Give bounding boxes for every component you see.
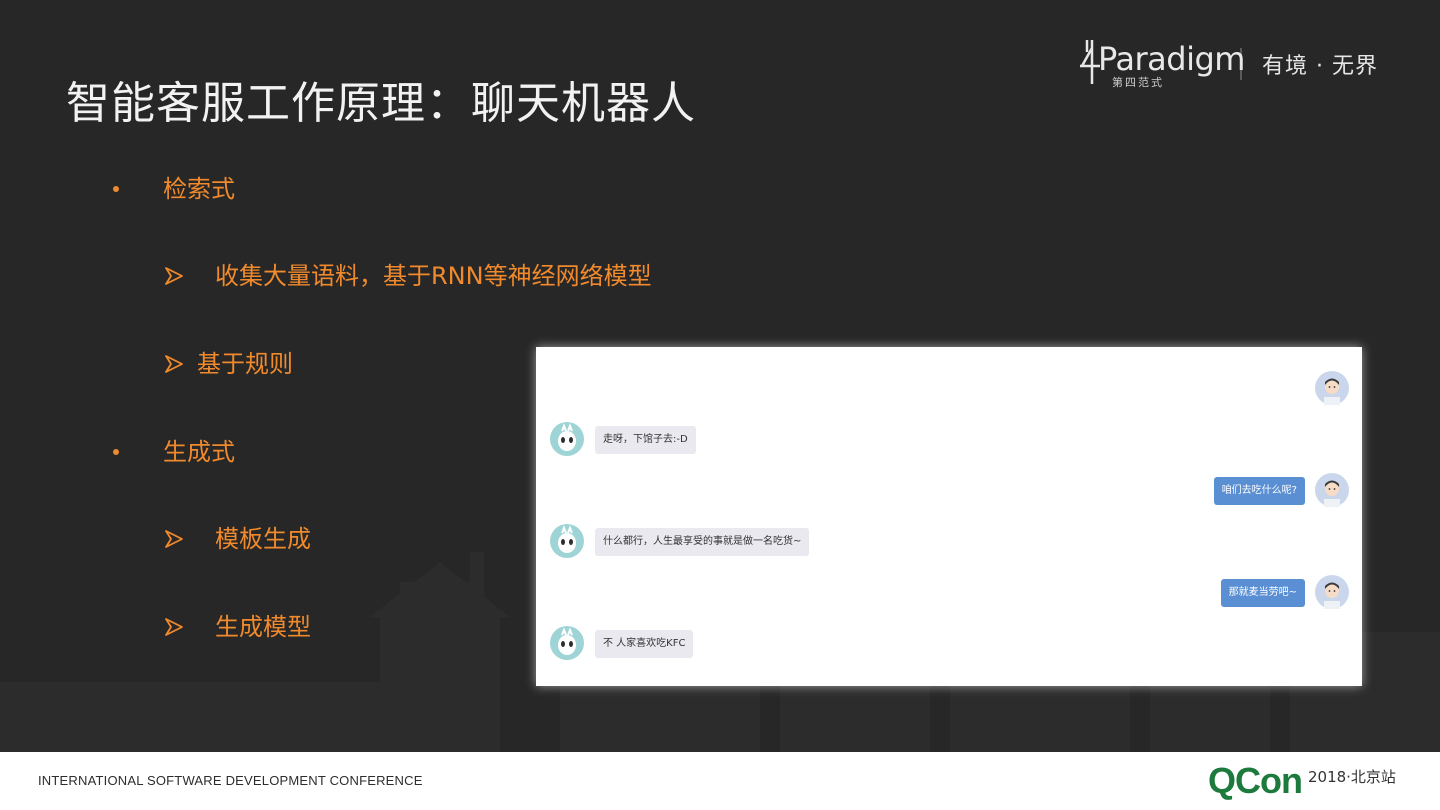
bot-message-bubble: 不 人家喜欢吃KFC [595, 630, 694, 658]
user-message-bubble: 咱们去吃什么呢? [1213, 477, 1305, 505]
bullet-retrieval: 检索式 [163, 175, 235, 203]
qcon-logo: QCon 2018·北京站 [1208, 760, 1396, 802]
arrow-bullet-icon [165, 618, 183, 636]
bot-avatar-icon [550, 626, 584, 660]
arrow-bullet-icon [165, 530, 183, 548]
bullet-dot [113, 186, 119, 192]
bullet-corpus-rnn: 收集大量语料，基于RNN等神经网络模型 [215, 262, 652, 290]
paradigm-wordmark: Paradigm [1098, 40, 1245, 78]
chat-window: 走呀，下馆子去:-D 咱们去吃什么呢? 什么都行，人生最享受的事就是做一名吃货~… [536, 347, 1362, 686]
user-avatar-icon [1315, 371, 1349, 405]
brand-slogan: 有境 · 无界 [1262, 54, 1378, 79]
qcon-wordmark: QCon [1208, 760, 1303, 801]
bullet-dot [113, 449, 119, 455]
slide: 智能客服工作原理：聊天机器人 Paradigm 第四范式 有境 · 无界 检索式… [0, 0, 1440, 752]
footer-bar: INTERNATIONAL SOFTWARE DEVELOPMENT CONFE… [0, 752, 1440, 810]
bullet-template-generation: 模板生成 [215, 525, 311, 553]
user-avatar-icon [1315, 575, 1349, 609]
bot-avatar-icon [550, 524, 584, 558]
bot-message-bubble: 什么都行，人生最享受的事就是做一名吃货~ [595, 528, 810, 556]
bot-avatar-icon [550, 422, 584, 456]
bullet-generative-model: 生成模型 [215, 613, 311, 641]
qcon-edition: 2018·北京站 [1307, 767, 1396, 786]
arrow-bullet-icon [165, 355, 183, 373]
bullet-rule-based: 基于规则 [197, 350, 293, 378]
slide-title: 智能客服工作原理：聊天机器人 [66, 78, 696, 130]
user-avatar-icon [1315, 473, 1349, 507]
paradigm-logo: Paradigm 第四范式 [1078, 36, 1245, 92]
bullet-generative: 生成式 [163, 438, 235, 466]
conference-name: INTERNATIONAL SOFTWARE DEVELOPMENT CONFE… [38, 773, 423, 788]
paradigm-subtext: 第四范式 [1112, 76, 1165, 89]
brand-header: Paradigm 第四范式 有境 · 无界 [1078, 34, 1378, 94]
user-message-bubble: 那就麦当劳吧~ [1220, 579, 1305, 607]
bot-message-bubble: 走呀，下馆子去:-D [595, 426, 696, 454]
arrow-bullet-icon [165, 267, 183, 285]
